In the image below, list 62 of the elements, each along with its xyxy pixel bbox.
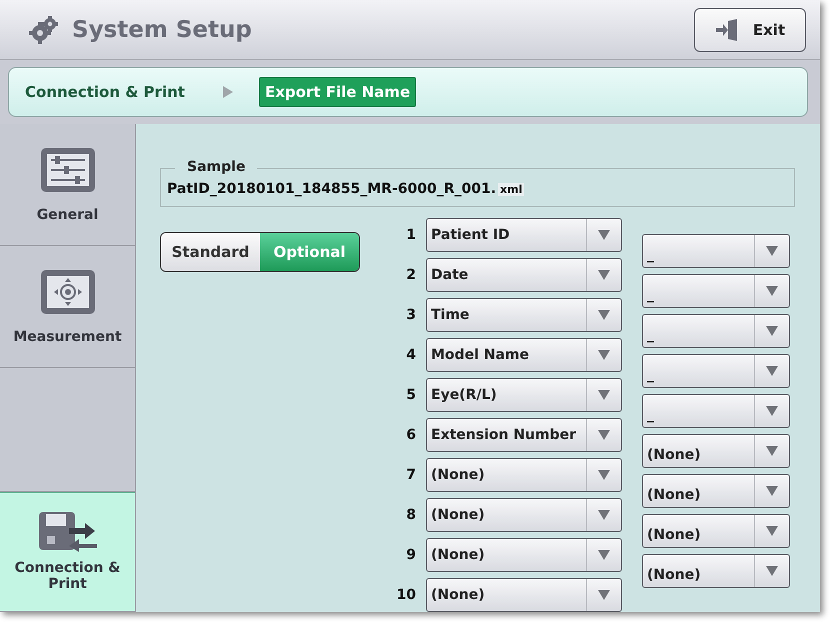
chevron-icon — [222, 86, 233, 98]
field-dropdown[interactable]: Extension Number — [426, 418, 622, 452]
dropdown-arrow-icon — [598, 230, 610, 240]
dropdown-arrow-icon — [598, 350, 610, 360]
separator-dropdown[interactable]: _ — [642, 274, 790, 308]
field-dropdown[interactable]: Patient ID — [426, 218, 622, 252]
field-dropdown[interactable]: (None) — [426, 578, 622, 612]
gears-icon — [28, 16, 60, 44]
window-title: System Setup — [72, 16, 253, 43]
dropdown-arrow-icon — [598, 510, 610, 520]
file-extension: xml — [498, 182, 524, 196]
separator-dropdown[interactable]: (None) — [642, 434, 790, 468]
separator-dropdown[interactable]: (None) — [642, 554, 790, 588]
dropdown-arrow-icon — [598, 470, 610, 480]
crosshair-icon — [40, 268, 96, 314]
dropdown-arrow-icon — [766, 366, 778, 376]
floppy-arrows-icon — [38, 512, 96, 552]
separator-dropdown[interactable]: _ — [642, 314, 790, 348]
dropdown-arrow-icon — [598, 430, 610, 440]
dropdown-arrow-icon — [598, 390, 610, 400]
field-number: 9 — [405, 547, 417, 563]
breadcrumb-link[interactable]: Connection & Print — [25, 83, 185, 102]
dropdown-arrow-icon — [766, 446, 778, 456]
field-number: 3 — [405, 307, 417, 323]
dropdown-arrow-icon — [766, 566, 778, 576]
field-dropdown[interactable]: (None) — [426, 538, 622, 572]
sample-legend: Sample — [175, 159, 258, 175]
field-number: 10 — [396, 587, 417, 603]
mode-toggle-button[interactable]: Standard — [161, 233, 260, 271]
dropdown-arrow-icon — [598, 270, 610, 280]
field-number: 5 — [405, 387, 417, 403]
field-dropdown[interactable]: Eye(R/L) — [426, 378, 622, 412]
dropdown-arrow-icon — [766, 486, 778, 496]
field-number: 8 — [405, 507, 417, 523]
separator-dropdown[interactable]: _ — [642, 234, 790, 268]
sample-file-name: PatID_20180101_184855_MR-6000_R_001. — [167, 181, 496, 197]
field-number: 7 — [405, 467, 417, 483]
dropdown-arrow-icon — [598, 550, 610, 560]
separator-dropdown[interactable]: _ — [642, 394, 790, 428]
field-dropdown[interactable]: Time — [426, 298, 622, 332]
field-number: 2 — [405, 267, 417, 283]
separator-dropdown[interactable]: (None) — [642, 474, 790, 508]
dropdown-arrow-icon — [766, 526, 778, 536]
separator-dropdown[interactable]: _ — [642, 354, 790, 388]
field-dropdown[interactable]: Date — [426, 258, 622, 292]
dropdown-arrow-icon — [598, 590, 610, 600]
field-dropdown[interactable]: (None) — [426, 458, 622, 492]
dropdown-arrow-icon — [766, 286, 778, 296]
dropdown-arrow-icon — [766, 406, 778, 416]
field-number: 1 — [405, 227, 417, 243]
field-number: 4 — [405, 347, 417, 363]
current-page-label: Export File Name — [258, 77, 416, 108]
dropdown-arrow-icon — [766, 326, 778, 336]
separator-dropdown[interactable]: (None) — [642, 514, 790, 548]
field-dropdown[interactable]: Model Name — [426, 338, 622, 372]
dropdown-arrow-icon — [598, 310, 610, 320]
field-number: 6 — [405, 427, 417, 443]
sidebar-item[interactable]: Connection & Print — [0, 492, 135, 612]
sliders-icon — [40, 146, 96, 192]
field-dropdown[interactable]: (None) — [426, 498, 622, 532]
dropdown-arrow-icon — [766, 246, 778, 256]
exit-button[interactable]: Exit — [694, 8, 806, 52]
